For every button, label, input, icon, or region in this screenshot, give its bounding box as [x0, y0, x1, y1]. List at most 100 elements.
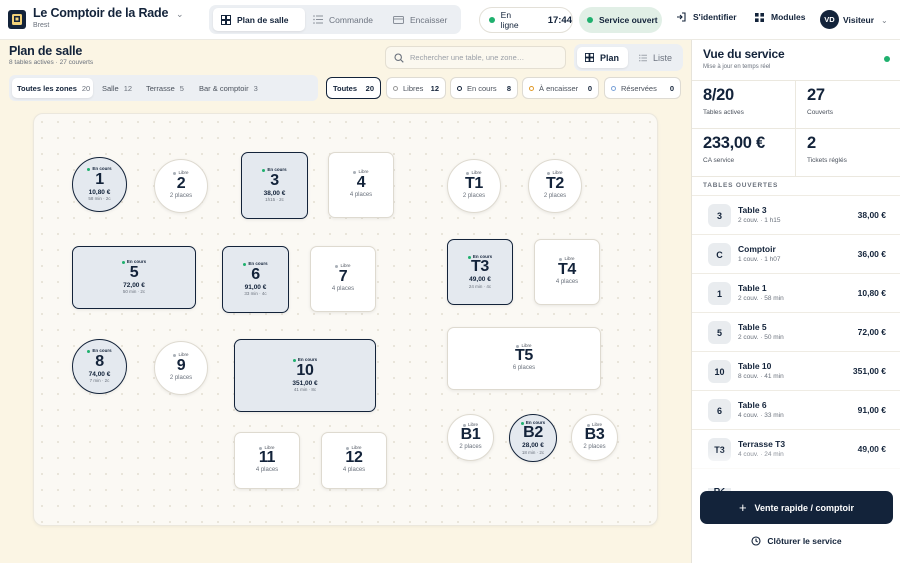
kpi-tickets: 2 Tickets réglés: [796, 128, 900, 176]
nav-encaisser[interactable]: Encaisser: [385, 8, 457, 31]
service-status-badge[interactable]: Service ouvert: [579, 7, 662, 33]
table-2[interactable]: Libre 2 2 places: [154, 159, 208, 213]
status-dot-icon: [243, 263, 247, 266]
table-3[interactable]: En cours 3 38,00 €1h15 · 2c: [241, 152, 308, 219]
modules-link[interactable]: Modules: [755, 12, 805, 22]
kpi-label: Couverts: [807, 109, 834, 116]
kpi-value: 233,00 €: [703, 134, 765, 152]
table-8[interactable]: En cours 8 74,00 €7 min · 2c: [72, 339, 127, 394]
modules-label: Modules: [771, 12, 806, 22]
table-amount: 49,00 €: [469, 276, 491, 284]
chevron-down-icon: ⌄: [881, 15, 888, 25]
nav-label: Commande: [329, 14, 373, 25]
open-table-row[interactable]: 5 Table 5 2 couv. · 50 min 72,00 €: [692, 312, 900, 351]
card-icon: [393, 15, 404, 24]
login-link[interactable]: S'identifier: [676, 12, 737, 22]
zone-count: 12: [123, 83, 133, 93]
table-10[interactable]: En cours 10 351,00 €41 min · 8c: [234, 339, 376, 412]
user-menu[interactable]: Visiteur ⌄: [843, 15, 888, 25]
kpi-couverts: 27 Couverts: [796, 80, 900, 128]
zone-tabs: Toutes les zones 20 Salle 12 Terrasse 5 Bar…: [9, 75, 318, 101]
filter-reservees[interactable]: Réservées 0: [604, 77, 681, 99]
filter-label: En cours: [467, 83, 497, 93]
close-service-button[interactable]: Clôturer le service: [700, 530, 893, 552]
table-9[interactable]: Libre 9 2 places: [154, 341, 208, 395]
top-bar: Le Comptoir de la Rade ⌄ Brest Plan de s…: [0, 0, 900, 40]
panel-subtitle: Mise à jour en temps réel: [703, 64, 771, 70]
table-amount: 28,00 €: [522, 442, 544, 450]
restaurant-name[interactable]: Le Comptoir de la Rade: [33, 6, 168, 20]
avatar[interactable]: VD: [820, 10, 839, 29]
zone-label: Salle: [102, 83, 119, 93]
zone-tab-terrasse[interactable]: Terrasse 5: [141, 78, 191, 98]
kpi-value: 8/20: [703, 86, 734, 104]
user-name: Visiteur: [843, 15, 875, 25]
table-1[interactable]: En cours 1 10,80 €58 min · 2c: [72, 157, 127, 212]
online-dot-icon: [489, 17, 495, 23]
table-number: 12: [345, 449, 363, 467]
chevron-down-icon[interactable]: ⌄: [176, 9, 184, 20]
table-t5[interactable]: Libre T5 6 places: [447, 327, 601, 390]
zone-tab-bar[interactable]: Bar & comptoir 3: [194, 78, 268, 98]
table-t3[interactable]: En cours T3 49,00 €24 min · 4c: [447, 239, 513, 305]
filter-a-encaisser[interactable]: À encaisser 0: [522, 77, 599, 99]
table-number: 11: [258, 449, 276, 467]
table-number: T5: [514, 347, 534, 365]
zone-count: 5: [179, 83, 184, 93]
main-nav: Plan de salle Commande Encaisser: [209, 5, 461, 34]
open-table-row[interactable]: 3 Table 3 2 couv. · 1 h15 38,00 €: [692, 195, 900, 234]
table-t2[interactable]: Libre T2 2 places: [528, 159, 582, 213]
table-places: 4 places: [342, 467, 366, 474]
table-t4[interactable]: Libre T4 4 places: [534, 239, 600, 305]
table-number: 3: [270, 171, 279, 189]
open-table-meta: 2 couv. · 58 min: [738, 295, 784, 302]
table-7[interactable]: Libre 7 4 places: [310, 246, 376, 312]
nav-plan-de-salle[interactable]: Plan de salle: [213, 8, 305, 31]
filter-libres[interactable]: Libres 12: [386, 77, 446, 99]
zone-label: Terrasse: [146, 83, 175, 93]
table-number: T1: [464, 174, 484, 192]
table-meta: 41 min · 8c: [293, 387, 317, 393]
filter-all[interactable]: Toutes 20: [326, 77, 381, 99]
table-number: T3: [470, 258, 490, 276]
table-number: 6: [251, 265, 260, 283]
table-number: 1: [95, 170, 104, 188]
filter-label: Réservées: [621, 83, 657, 93]
table-12[interactable]: Libre 12 4 places: [321, 432, 387, 489]
plus-icon: +: [738, 500, 747, 515]
quick-sale-button[interactable]: + Vente rapide / comptoir: [700, 491, 893, 524]
open-table-name: Table 6: [738, 400, 767, 410]
list-icon: [639, 54, 647, 61]
restaurant-city: Brest: [33, 22, 50, 29]
open-table-amount: 38,00 €: [857, 210, 886, 220]
table-amount: 91,00 €: [244, 283, 267, 291]
status-dot-icon: [87, 350, 91, 353]
open-table-row[interactable]: 6 Table 6 4 couv. · 33 min 91,00 €: [692, 390, 900, 429]
table-b3[interactable]: Libre B3 2 places: [571, 414, 618, 461]
nav-commande[interactable]: Commande: [305, 8, 381, 31]
view-list-button[interactable]: Liste: [631, 47, 680, 68]
open-table-row[interactable]: 1 Table 1 2 couv. · 58 min 10,80 €: [692, 273, 900, 312]
zone-count: 20: [81, 83, 91, 93]
table-badge: 6: [708, 399, 731, 422]
table-11[interactable]: Libre 11 4 places: [234, 432, 300, 489]
kpi-value: 2: [807, 134, 816, 152]
table-5[interactable]: En cours 5 72,00 €50 min · 2c: [72, 246, 196, 309]
table-places: 2 places: [543, 192, 567, 199]
pay-dot-icon: [529, 85, 534, 91]
connection-status: En ligne 17:44: [479, 7, 573, 33]
search-input[interactable]: Rechercher une table, une zone…: [385, 46, 566, 69]
zone-tab-salle[interactable]: Salle 12: [97, 78, 137, 98]
table-t1[interactable]: Libre T1 2 places: [447, 159, 501, 213]
open-table-row[interactable]: C Comptoir 1 couv. · 1 h07 36,00 €: [692, 234, 900, 273]
restaurant-logo-icon[interactable]: [8, 10, 26, 29]
table-b2[interactable]: En cours B2 28,00 €18 min · 2c: [509, 414, 557, 462]
table-4[interactable]: Libre 4 4 places: [328, 152, 394, 218]
view-plan-button[interactable]: Plan: [577, 47, 628, 68]
table-meta: 1h15 · 2c: [265, 197, 284, 203]
zone-tab-all[interactable]: Toutes les zones 20: [12, 78, 93, 98]
table-6[interactable]: En cours 6 91,00 €33 min · 4c: [222, 246, 289, 313]
open-table-row[interactable]: 10 Table 10 8 couv. · 41 min 351,00 €: [692, 351, 900, 390]
filter-en-cours[interactable]: En cours 8: [450, 77, 518, 99]
table-b1[interactable]: Libre B1 2 places: [447, 414, 494, 461]
